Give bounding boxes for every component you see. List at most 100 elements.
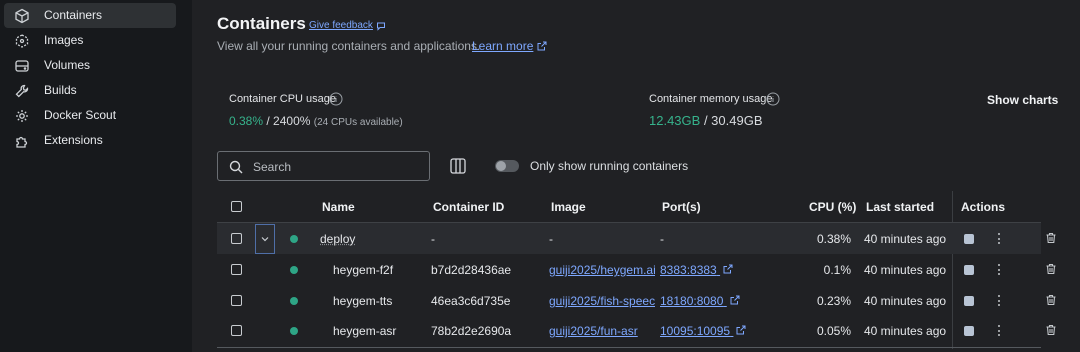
table-row[interactable]: heygem-asr 78b2d2e2690a guiji2025/fun-as… <box>217 316 1056 347</box>
row-checkbox[interactable] <box>231 295 242 306</box>
running-status-dot <box>290 327 298 335</box>
port-label: 8383:8383 <box>660 263 717 277</box>
expand-chevron-icon[interactable] <box>255 224 275 254</box>
only-running-label: Only show running containers <box>530 159 689 173</box>
container-ports: - <box>660 232 664 246</box>
show-charts-button[interactable]: Show charts <box>987 93 1058 107</box>
memory-usage-value: 12.43GB / 30.49GB <box>649 113 763 128</box>
container-image-link[interactable]: guiji2025/heygem.ai <box>549 263 655 277</box>
more-options-icon[interactable] <box>998 295 1001 306</box>
container-last-started: 40 minutes ago <box>864 324 947 338</box>
running-status-dot <box>290 266 298 274</box>
row-checkbox[interactable] <box>231 233 242 244</box>
container-name[interactable]: deploy <box>320 232 355 246</box>
container-cpu: 0.05% <box>816 324 851 338</box>
column-header-actions: Actions <box>961 200 1006 214</box>
cpu-usage-value: 0.38% / 2400% (24 CPUs available) <box>229 114 403 128</box>
learn-more-link[interactable]: Learn more <box>472 39 547 53</box>
only-running-toggle[interactable] <box>495 160 519 172</box>
stop-icon[interactable] <box>964 265 974 275</box>
sidebar-item-label: Volumes <box>44 58 91 72</box>
sidebar-item-builds[interactable]: Builds <box>4 78 176 103</box>
delete-trash-icon[interactable] <box>1045 263 1057 278</box>
row-checkbox[interactable] <box>231 264 242 275</box>
container-image-link[interactable]: guiji2025/fish-speec <box>549 294 655 308</box>
sidebar-item-label: Builds <box>44 83 77 97</box>
container-id: - <box>431 232 435 246</box>
more-options-icon[interactable] <box>998 264 1001 275</box>
table-row[interactable]: heygem-tts 46ea3c6d735e guiji2025/fish-s… <box>217 286 1056 317</box>
container-cpu: 0.38% <box>816 232 851 246</box>
extensions-puzzle-icon <box>14 133 30 149</box>
container-cube-icon <box>14 8 30 24</box>
table-row[interactable]: heygem-f2f b7d2d28436ae guiji2025/heygem… <box>217 255 1056 286</box>
mem-used: 12.43GB <box>649 113 701 128</box>
column-header-container-id[interactable]: Container ID <box>433 200 504 214</box>
external-link-icon <box>723 264 733 274</box>
scout-icon <box>14 108 30 124</box>
info-icon[interactable] <box>766 92 780 109</box>
container-image-link[interactable]: guiji2025/fun-asr <box>549 324 655 338</box>
container-name[interactable]: heygem-asr <box>333 324 396 338</box>
column-header-image[interactable]: Image <box>551 200 586 214</box>
external-link-icon <box>730 295 740 305</box>
columns-toggle-icon[interactable] <box>450 158 466 177</box>
search-placeholder: Search <box>253 160 292 174</box>
cpu-used: 0.38% <box>229 114 264 128</box>
delete-trash-icon[interactable] <box>1045 294 1057 309</box>
give-feedback-label: Give feedback <box>309 20 373 31</box>
cpu-total: / 2400% <box>266 114 311 128</box>
running-status-dot <box>290 235 298 243</box>
builds-wrench-icon <box>14 83 30 99</box>
stop-icon[interactable] <box>964 234 974 244</box>
sidebar-item-volumes[interactable]: Volumes <box>4 53 176 78</box>
select-all-checkbox[interactable] <box>231 201 242 212</box>
sidebar-item-label: Docker Scout <box>44 108 117 122</box>
port-label: 18180:8080 <box>660 294 724 308</box>
memory-usage-title: Container memory usage <box>649 93 773 105</box>
column-header-name[interactable]: Name <box>322 200 355 214</box>
more-options-icon[interactable] <box>998 325 1001 336</box>
container-port-link[interactable]: 18180:8080 <box>660 294 740 308</box>
external-link-icon <box>537 41 547 51</box>
external-link-icon <box>736 325 746 335</box>
container-cpu: 0.1% <box>823 263 851 277</box>
port-label: 10095:10095 <box>660 324 731 338</box>
sidebar-item-images[interactable]: Images <box>4 28 176 53</box>
container-port-link[interactable]: 10095:10095 <box>660 324 746 338</box>
container-name[interactable]: heygem-f2f <box>333 263 393 277</box>
sidebar-item-docker-scout[interactable]: Docker Scout <box>4 103 176 128</box>
column-header-ports[interactable]: Port(s) <box>662 200 701 214</box>
column-header-last-started[interactable]: Last started <box>866 200 934 214</box>
sidebar-item-label: Containers <box>44 8 103 22</box>
page-title: Containers <box>217 14 306 33</box>
feedback-icon <box>376 21 386 31</box>
info-icon[interactable] <box>329 92 343 109</box>
sidebar-item-containers[interactable]: Containers <box>4 3 176 28</box>
sidebar-item-extensions[interactable]: Extensions <box>4 128 176 153</box>
volumes-icon <box>14 58 30 74</box>
container-last-started: 40 minutes ago <box>864 263 947 277</box>
sidebar-item-label: Images <box>44 33 84 47</box>
sidebar-item-label: Extensions <box>44 133 103 147</box>
container-cpu: 0.23% <box>816 294 851 308</box>
sidebar: Containers Images Volumes Builds Docker … <box>0 0 192 352</box>
row-checkbox[interactable] <box>231 325 242 336</box>
running-status-dot <box>290 297 298 305</box>
stop-icon[interactable] <box>964 326 974 336</box>
give-feedback-link[interactable]: Give feedback <box>309 20 386 31</box>
delete-trash-icon[interactable] <box>1045 232 1057 247</box>
container-port-link[interactable]: 8383:8383 <box>660 263 733 277</box>
container-image: - <box>549 232 553 246</box>
column-header-cpu[interactable]: CPU (%) <box>809 200 856 214</box>
container-id: 46ea3c6d735e <box>431 294 511 308</box>
table-row[interactable]: deploy - - - 0.38% 40 minutes ago <box>217 223 1056 254</box>
more-options-icon[interactable] <box>998 233 1001 244</box>
search-icon <box>229 160 243 177</box>
stop-icon[interactable] <box>964 296 974 306</box>
container-last-started: 40 minutes ago <box>864 294 947 308</box>
search-input[interactable]: Search <box>217 151 430 181</box>
delete-trash-icon[interactable] <box>1045 324 1057 339</box>
container-name[interactable]: heygem-tts <box>333 294 392 308</box>
container-id: b7d2d28436ae <box>431 263 512 277</box>
